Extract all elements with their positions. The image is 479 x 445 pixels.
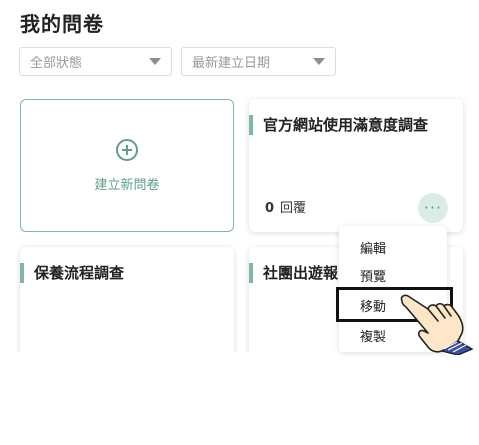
survey-card[interactable]: 官方網站使用滿意度調查 0 回覆 ··· [249, 99, 463, 232]
more-options-button[interactable]: ··· [418, 193, 448, 223]
reply-count: 0回覆 [265, 201, 307, 216]
menu-item-preview[interactable]: 預覽 [360, 266, 386, 285]
survey-list-page: 我的問卷 全部狀態 最新建立日期 建立新問卷 官方網站使用滿意度調查 0 回覆 ·… [0, 0, 479, 445]
menu-item-edit[interactable]: 編輯 [360, 238, 386, 257]
menu-item-copy[interactable]: 複製 [360, 326, 386, 345]
caret-down-icon [149, 58, 161, 65]
status-filter-label: 全部狀態 [30, 56, 83, 71]
page-title: 我的問卷 [20, 12, 104, 36]
accent-bar [249, 115, 253, 135]
accent-bar [249, 263, 253, 283]
sort-filter-select[interactable]: 最新建立日期 [181, 47, 336, 76]
accent-bar [20, 263, 24, 283]
sort-filter-label: 最新建立日期 [192, 56, 271, 71]
create-survey-label: 建立新問卷 [94, 177, 160, 193]
status-filter-select[interactable]: 全部狀態 [19, 47, 172, 76]
plus-circle-icon [116, 138, 138, 161]
content-clip [0, 352, 479, 445]
survey-card-title: 官方網站使用滿意度調查 [249, 114, 428, 135]
survey-card-title: 保養流程調查 [20, 262, 124, 283]
create-survey-card[interactable]: 建立新問卷 [20, 99, 234, 232]
pointing-hand-icon [400, 294, 474, 355]
caret-down-icon [313, 58, 325, 65]
survey-card-title: 社團出遊報 [249, 262, 338, 283]
